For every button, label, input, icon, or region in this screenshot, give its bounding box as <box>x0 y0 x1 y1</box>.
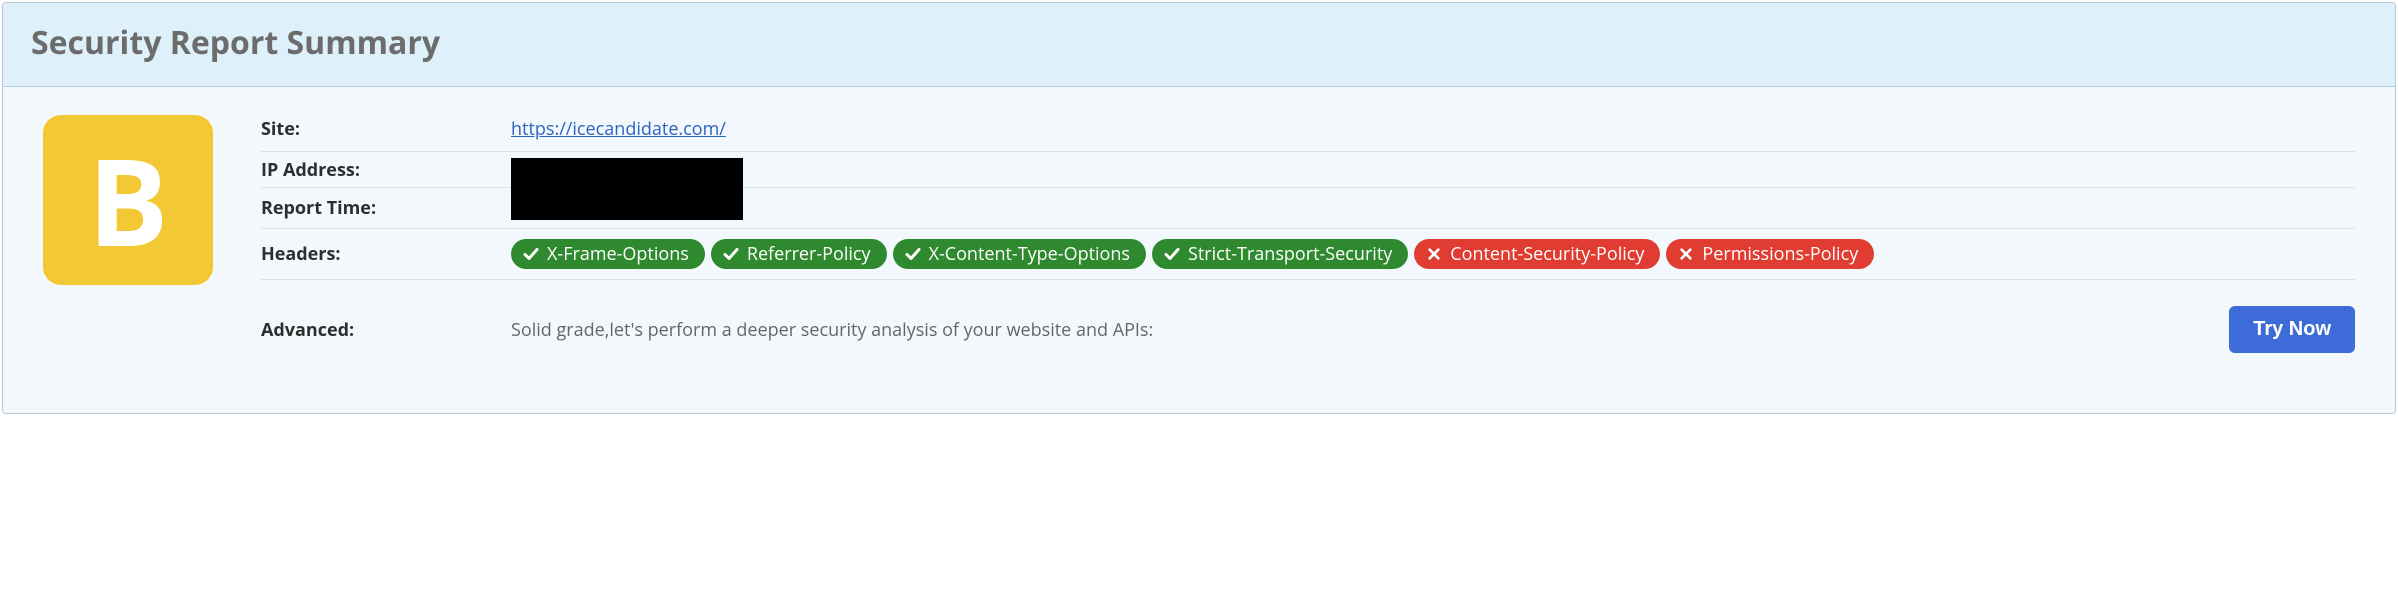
value-headers: X-Frame-Options Referrer-Policy X-Content-… <box>511 239 2355 269</box>
cross-icon <box>1426 246 1442 262</box>
row-headers: Headers: X-Frame-OptionsReferrer-PolicyX… <box>261 228 2355 279</box>
label-report-time: Report Time: <box>261 196 511 220</box>
panel-body: B Site: https://icecandidate.com/ IP Add… <box>3 87 2395 413</box>
header-pill-x-content-type-options[interactable]: X-Content-Type-Options <box>893 239 1146 269</box>
security-report-panel: Security Report Summary B Site: https://… <box>2 2 2396 414</box>
check-icon <box>1164 246 1180 262</box>
header-pill-label: Strict-Transport-Security <box>1188 242 1392 266</box>
header-pill-referrer-policy[interactable]: Referrer-Policy <box>711 239 887 269</box>
advanced-text: Solid grade,let's perform a deeper secur… <box>511 318 1153 342</box>
check-icon <box>905 246 921 262</box>
header-pill-content-security-policy[interactable]: Content-Security-Policy <box>1414 239 1660 269</box>
headers-pill-container: X-Frame-Options Referrer-Policy X-Content-… <box>511 239 1874 269</box>
check-icon <box>523 246 539 262</box>
header-pill-label: X-Frame-Options <box>547 242 689 266</box>
panel-header: Security Report Summary <box>3 3 2395 87</box>
header-pill-permissions-policy[interactable]: Permissions-Policy <box>1666 239 1874 269</box>
header-pill-label: Permissions-Policy <box>1702 242 1858 266</box>
grade-letter: B <box>88 119 169 282</box>
site-link[interactable]: https://icecandidate.com/ <box>511 117 726 141</box>
cross-icon <box>1678 246 1694 262</box>
details-table: Site: https://icecandidate.com/ IP Addre… <box>261 115 2355 379</box>
try-now-button[interactable]: Try Now <box>2229 306 2355 353</box>
label-ip: IP Address: <box>261 158 511 182</box>
value-advanced: Solid grade,let's perform a deeper secur… <box>511 306 2355 353</box>
row-ip: IP Address: <box>261 151 2355 187</box>
header-pill-label: X-Content-Type-Options <box>929 242 1130 266</box>
header-pill-x-frame-options[interactable]: X-Frame-Options <box>511 239 705 269</box>
grade-badge: B <box>43 115 213 285</box>
check-icon <box>723 246 739 262</box>
header-pill-label: Referrer-Policy <box>747 242 871 266</box>
label-advanced: Advanced: <box>261 318 511 342</box>
row-site: Site: https://icecandidate.com/ <box>261 115 2355 151</box>
label-site: Site: <box>261 117 511 141</box>
header-pill-strict-transport-security[interactable]: Strict-Transport-Security <box>1152 239 1408 269</box>
header-pill-label: Content-Security-Policy <box>1450 242 1644 266</box>
value-site: https://icecandidate.com/ <box>511 117 2355 141</box>
panel-title: Security Report Summary <box>31 21 2367 64</box>
row-advanced: Advanced: Solid grade,let's perform a de… <box>261 279 2355 379</box>
label-headers: Headers: <box>261 242 511 266</box>
redacted-block <box>511 158 743 220</box>
